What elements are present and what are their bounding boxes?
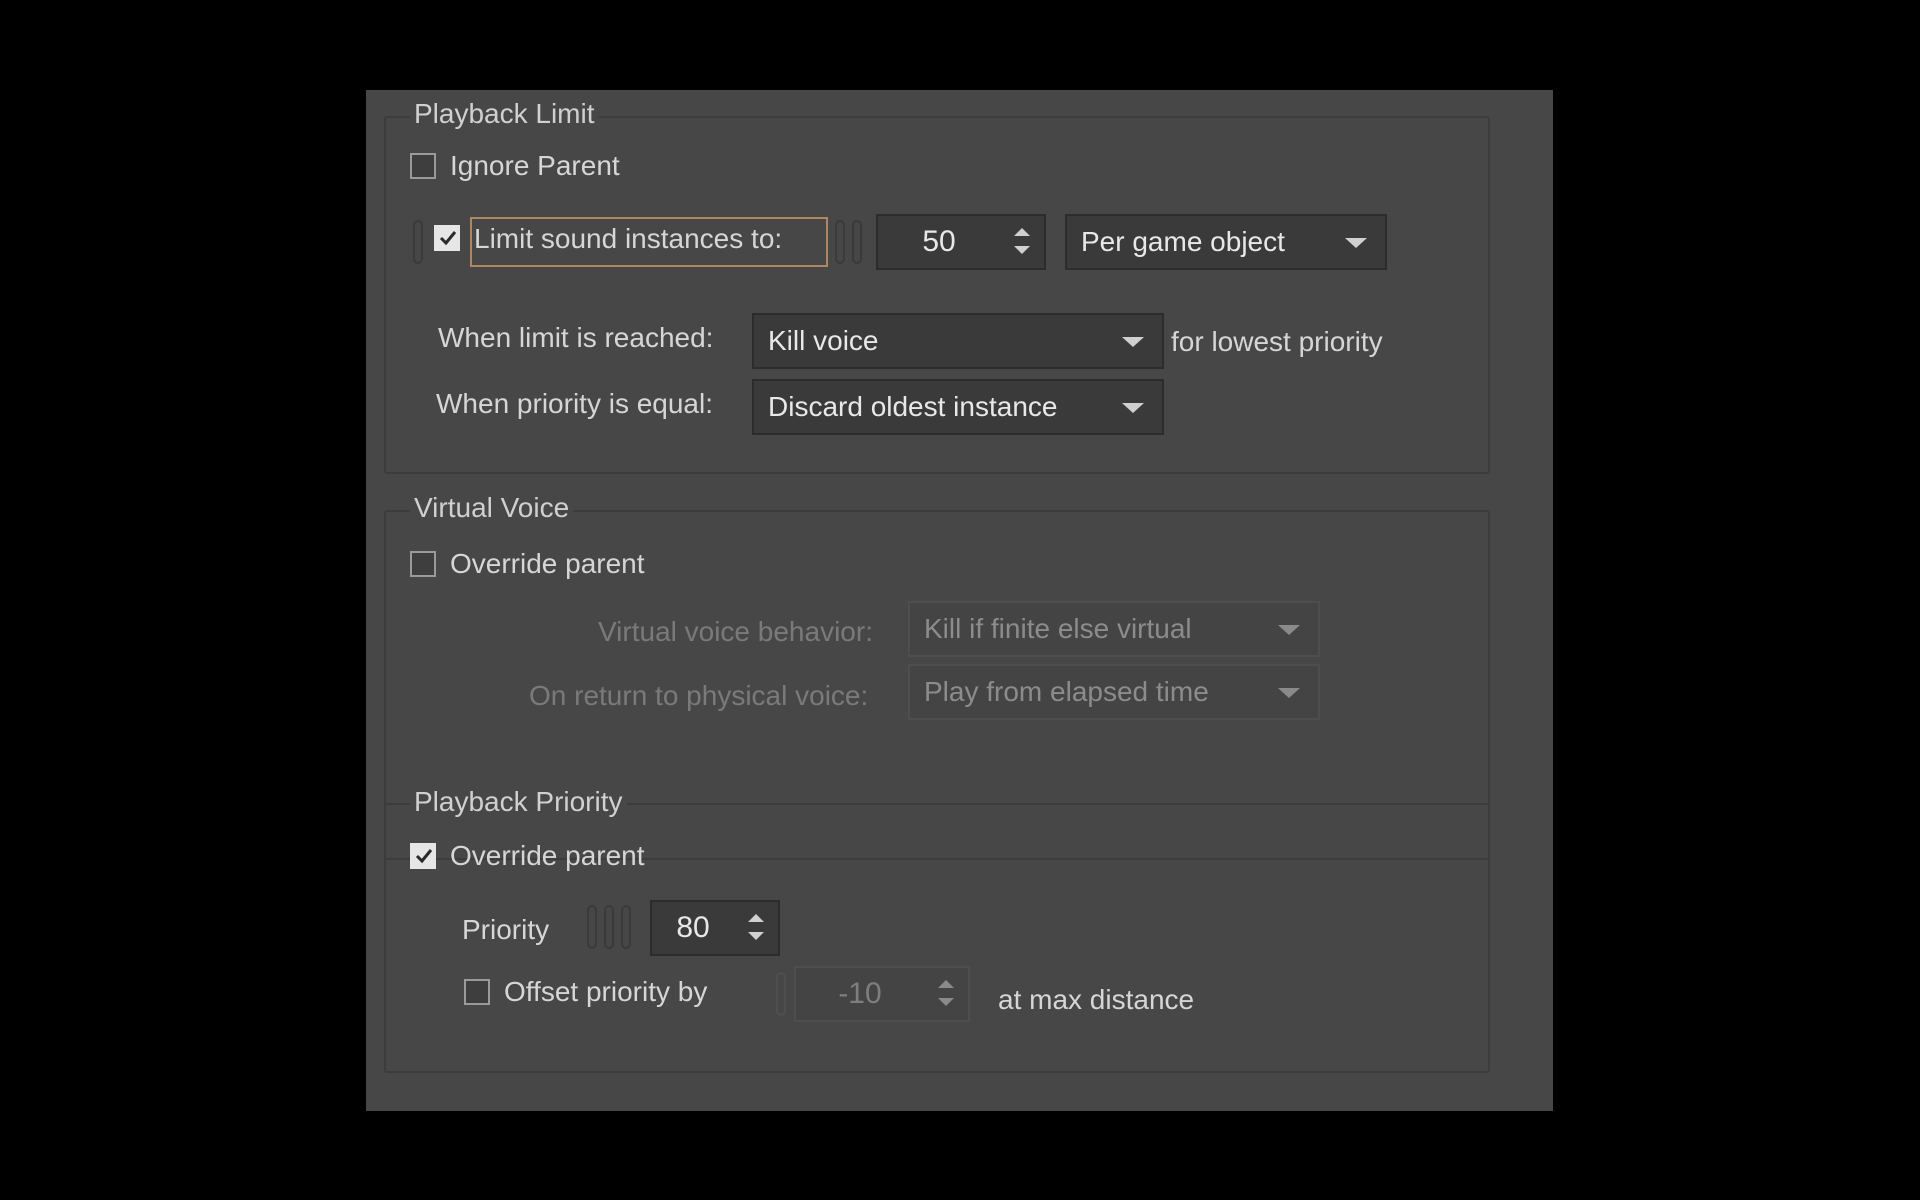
at-max-distance-label: at max distance xyxy=(998,984,1195,1015)
chevron-down-icon xyxy=(1345,238,1367,248)
chevron-down-icon xyxy=(1122,337,1144,347)
checkmark-icon xyxy=(415,849,433,864)
offset-priority-value[interactable]: -10 xyxy=(796,968,924,1020)
spin-down-icon[interactable] xyxy=(748,932,764,940)
state-handle-icon[interactable] xyxy=(852,220,862,264)
limit-scope-value: Per game object xyxy=(1081,226,1285,257)
priority-override-parent-checkbox[interactable] xyxy=(410,843,436,869)
when-priority-equal-value: Discard oldest instance xyxy=(768,391,1058,422)
rtpc-handle-icon[interactable] xyxy=(604,905,614,949)
limit-instances-value[interactable]: 50 xyxy=(878,216,1000,268)
spin-down-icon[interactable] xyxy=(938,998,954,1006)
property-panel: Playback Limit Ignore Parent Limit sound… xyxy=(366,90,1553,1111)
spin-up-icon[interactable] xyxy=(1014,228,1030,236)
spin-up-icon[interactable] xyxy=(748,914,764,922)
when-priority-equal-label: When priority is equal: xyxy=(436,388,714,419)
state-handle-icon[interactable] xyxy=(621,905,631,949)
playback-limit-title: Playback Limit xyxy=(410,98,599,130)
virtual-override-parent-checkbox[interactable] xyxy=(410,551,436,577)
priority-value[interactable]: 80 xyxy=(652,902,734,954)
limit-instances-spinbox[interactable]: 50 xyxy=(876,214,1046,270)
spin-up-icon[interactable] xyxy=(938,980,954,988)
limit-instances-checkbox[interactable] xyxy=(434,225,460,251)
priority-spinbox[interactable]: 80 xyxy=(650,900,780,956)
offset-priority-spinbox[interactable]: -10 xyxy=(794,966,970,1022)
offset-priority-checkbox[interactable] xyxy=(464,979,490,1005)
virtual-voice-behavior-value: Kill if finite else virtual xyxy=(924,613,1192,644)
virtual-voice-behavior-label: Virtual voice behavior: xyxy=(598,616,873,647)
for-lowest-priority-label: for lowest priority xyxy=(1171,326,1383,357)
ignore-parent-checkbox[interactable] xyxy=(410,153,436,179)
checkmark-icon xyxy=(439,231,457,246)
when-limit-label: When limit is reached: xyxy=(438,322,714,353)
ignore-parent-label[interactable]: Ignore Parent xyxy=(450,148,620,184)
return-physical-voice-dropdown[interactable]: Play from elapsed time xyxy=(908,664,1320,720)
playback-priority-title: Playback Priority xyxy=(410,786,627,818)
virtual-voice-behavior-dropdown[interactable]: Kill if finite else virtual xyxy=(908,601,1320,657)
priority-override-parent-label[interactable]: Override parent xyxy=(450,838,645,874)
spin-down-icon[interactable] xyxy=(1014,246,1030,254)
link-handle-icon[interactable] xyxy=(587,905,597,949)
priority-label: Priority xyxy=(462,914,550,945)
when-limit-dropdown[interactable]: Kill voice xyxy=(752,313,1164,369)
limit-instances-label[interactable]: Limit sound instances to: xyxy=(474,221,782,257)
virtual-override-parent-label[interactable]: Override parent xyxy=(450,546,645,582)
when-limit-value: Kill voice xyxy=(768,325,879,356)
when-priority-equal-dropdown[interactable]: Discard oldest instance xyxy=(752,379,1164,435)
chevron-down-icon xyxy=(1278,625,1300,635)
limit-scope-dropdown[interactable]: Per game object xyxy=(1065,214,1387,270)
virtual-voice-title: Virtual Voice xyxy=(410,492,574,524)
chevron-down-icon xyxy=(1122,403,1144,413)
link-handle-icon[interactable] xyxy=(776,972,786,1016)
return-physical-voice-label: On return to physical voice: xyxy=(529,680,869,711)
offset-priority-label[interactable]: Offset priority by xyxy=(504,974,707,1010)
chevron-down-icon xyxy=(1278,688,1300,698)
rtpc-handle-icon[interactable] xyxy=(835,220,845,264)
return-physical-voice-value: Play from elapsed time xyxy=(924,676,1209,707)
link-handle-icon[interactable] xyxy=(413,220,423,264)
